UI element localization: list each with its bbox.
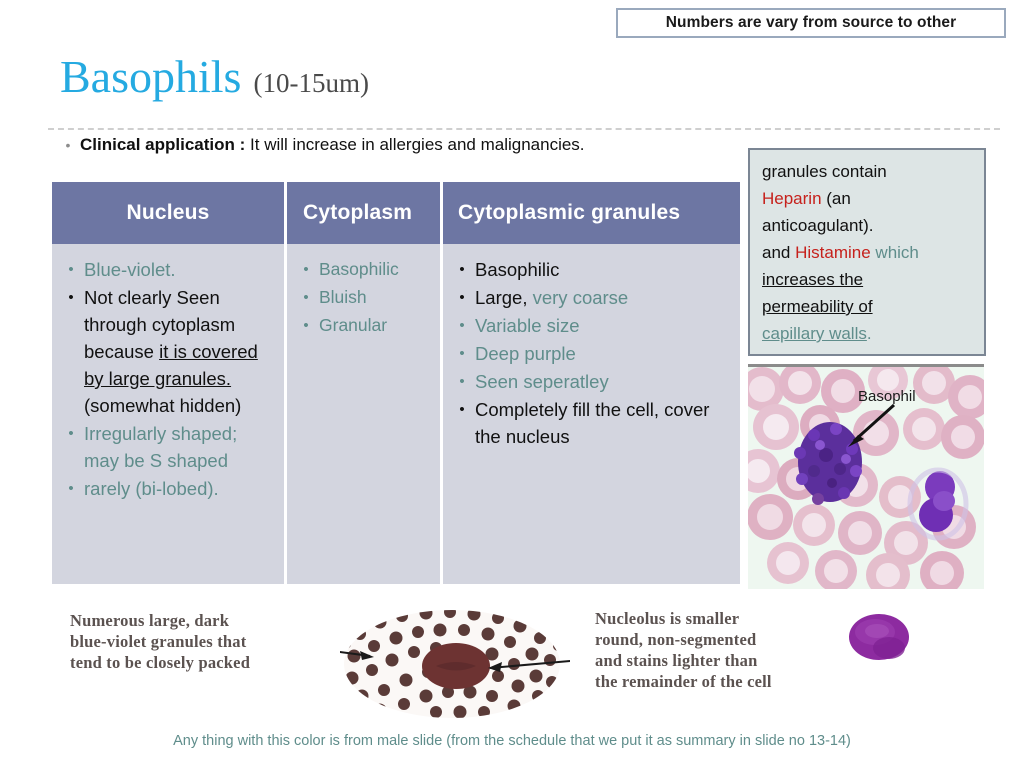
table-column-nucleus: Nucleus • Blue-violet. • Not clearly See… [52, 182, 284, 584]
info-line-7-underlined: capillary walls [762, 324, 867, 343]
list-item-text: Variable size [475, 315, 580, 336]
bullet-icon: • [65, 137, 71, 153]
nucleus-text-post: (somewhat hidden) [84, 395, 242, 416]
footer-note: Any thing with this color is from male s… [0, 732, 1024, 750]
bullet-icon: • [68, 480, 74, 497]
info-line-7-end: . [866, 324, 872, 343]
numbers-note-text: Numbers are vary from source to other [665, 14, 957, 31]
list-item: • Basophilic [449, 256, 732, 283]
page-title-main: Basophils [60, 51, 242, 102]
bullet-icon: • [459, 401, 465, 418]
list-item: • Variable size [449, 312, 732, 339]
info-line-6: permeability of [762, 297, 873, 316]
info-line-4-pre: and [762, 243, 796, 262]
numbers-note-box: Numbers are vary from source to other [616, 8, 1006, 38]
info-line-5: increases the [762, 270, 864, 289]
characteristics-table: Nucleus • Blue-violet. • Not clearly See… [52, 182, 740, 584]
list-item: • Large, very coarse [449, 284, 732, 311]
info-line-4-post: which [870, 243, 919, 262]
info-line-2: Heparin (an [762, 185, 974, 212]
title-divider [48, 128, 1000, 130]
diagram-caption-left-line-1: Numerous large, dark [70, 611, 230, 630]
micrograph-label: Basophil [858, 388, 916, 405]
bullet-icon: • [68, 425, 74, 442]
list-item: • Bluish [293, 284, 432, 311]
table-column-cytoplasm: Cytoplasm • Basophilic • Bluish • Granul… [287, 182, 440, 584]
bullet-icon: • [459, 317, 465, 334]
bullet-icon: • [303, 261, 309, 278]
list-item-text: Not clearly Seen through cytoplasm becau… [84, 284, 276, 419]
column-header-nucleus: Nucleus [52, 182, 284, 244]
column-body-cytoplasm: • Basophilic • Bluish • Granular [287, 244, 440, 584]
info-line-3: anticoagulant). [762, 216, 874, 235]
diagram-caption-left-line-3: tend to be closely packed [70, 653, 251, 672]
diagram-caption-right-line-4: the remainder of the cell [595, 672, 772, 691]
info-line-7: capillary walls. [762, 320, 974, 347]
column-header-cytoplasm: Cytoplasm [287, 182, 440, 244]
list-item: • Seen seperatley [449, 368, 732, 395]
bullet-icon: • [459, 345, 465, 362]
column-body-cytoplasmic-granules: • Basophilic • Large, very coarse • Vari… [443, 244, 740, 584]
list-item: • Not clearly Seen through cytoplasm bec… [58, 284, 276, 419]
list-item-text: Bluish [319, 287, 367, 307]
column-header-label: Nucleus [126, 201, 210, 224]
list-item-text: Deep purple [475, 343, 576, 364]
column-header-label: Cytoplasm [303, 201, 413, 224]
list-item: • Irregularly shaped; may be S shaped [58, 420, 276, 474]
column-body-nucleus: • Blue-violet. • Not clearly Seen throug… [52, 244, 284, 584]
bullet-icon: • [68, 289, 74, 306]
list-item: • Completely fill the cell, cover the nu… [449, 396, 732, 450]
page-title: Basophils (10-15um) [60, 54, 369, 100]
list-item: • Granular [293, 312, 432, 339]
list-item-text: Basophilic [319, 259, 399, 279]
diagram-caption-right-line-3: and stains lighter than [595, 651, 758, 670]
table-column-cytoplasmic-granules: Cytoplasmic granules • Basophilic • Larg… [443, 182, 740, 584]
purple-cell-illustration [849, 614, 909, 660]
bullet-icon: • [459, 261, 465, 278]
list-item: • Basophilic [293, 256, 432, 283]
granules-content-info-box: granules contain Heparin (an anticoagula… [748, 148, 986, 356]
list-item-text: Seen seperatley [475, 371, 609, 392]
basophil-illustration [340, 610, 570, 718]
column-header-cytoplasmic-granules: Cytoplasmic granules [443, 182, 740, 244]
heparin-highlight: Heparin [762, 189, 822, 208]
page-title-size-range: (10-15um) [253, 68, 369, 98]
list-item-text: Completely fill the cell, cover the nucl… [475, 399, 710, 447]
bullet-icon: • [459, 373, 465, 390]
bullet-icon: • [459, 289, 465, 306]
granules-large-text: Large, [475, 287, 528, 308]
list-item: • Deep purple [449, 340, 732, 367]
info-line-2-rest: (an [821, 189, 851, 208]
bullet-icon: • [68, 261, 74, 278]
column-header-label: Cytoplasmic granules [458, 201, 681, 224]
histamine-highlight: Histamine [795, 243, 871, 262]
list-item-text: Basophilic [475, 259, 560, 280]
bullet-icon: • [303, 317, 309, 334]
info-line-1: granules contain [762, 162, 887, 181]
list-item-text: Granular [319, 315, 388, 335]
clinical-application-line: Clinical application : It will increase … [80, 134, 585, 156]
bullet-icon: • [303, 289, 309, 306]
list-item: • rarely (bi-lobed). [58, 475, 276, 502]
list-item-text: rarely (bi-lobed). [84, 478, 219, 499]
diagram-caption-right-line-1: Nucleolus is smaller [595, 609, 740, 628]
clinical-application-bullet: • Clinical application : It will increas… [56, 134, 756, 156]
basophil-diagram: Numerous large, dark blue-violet granule… [60, 596, 960, 728]
diagram-caption-right-line-2: round, non-segmented [595, 630, 757, 649]
list-item-text: Irregularly shaped; may be S shaped [84, 423, 238, 471]
info-line-4: and Histamine which [762, 239, 974, 266]
list-item-text: Large, very coarse [475, 284, 628, 311]
granules-very-coarse-text: very coarse [527, 287, 629, 308]
diagram-caption-left-line-2: blue-violet granules that [70, 632, 247, 651]
list-item-text: Blue-violet. [84, 259, 176, 280]
diagram-caption-left: Numerous large, dark blue-violet granule… [70, 610, 250, 673]
diagram-caption-right: Nucleolus is smaller round, non-segmente… [595, 608, 772, 692]
list-item: • Blue-violet. [58, 256, 276, 283]
clinical-application-text: It will increase in allergies and malign… [245, 135, 585, 154]
clinical-application-label: Clinical application : [80, 135, 246, 154]
footer-note-text: Any thing with this color is from male s… [173, 733, 851, 749]
